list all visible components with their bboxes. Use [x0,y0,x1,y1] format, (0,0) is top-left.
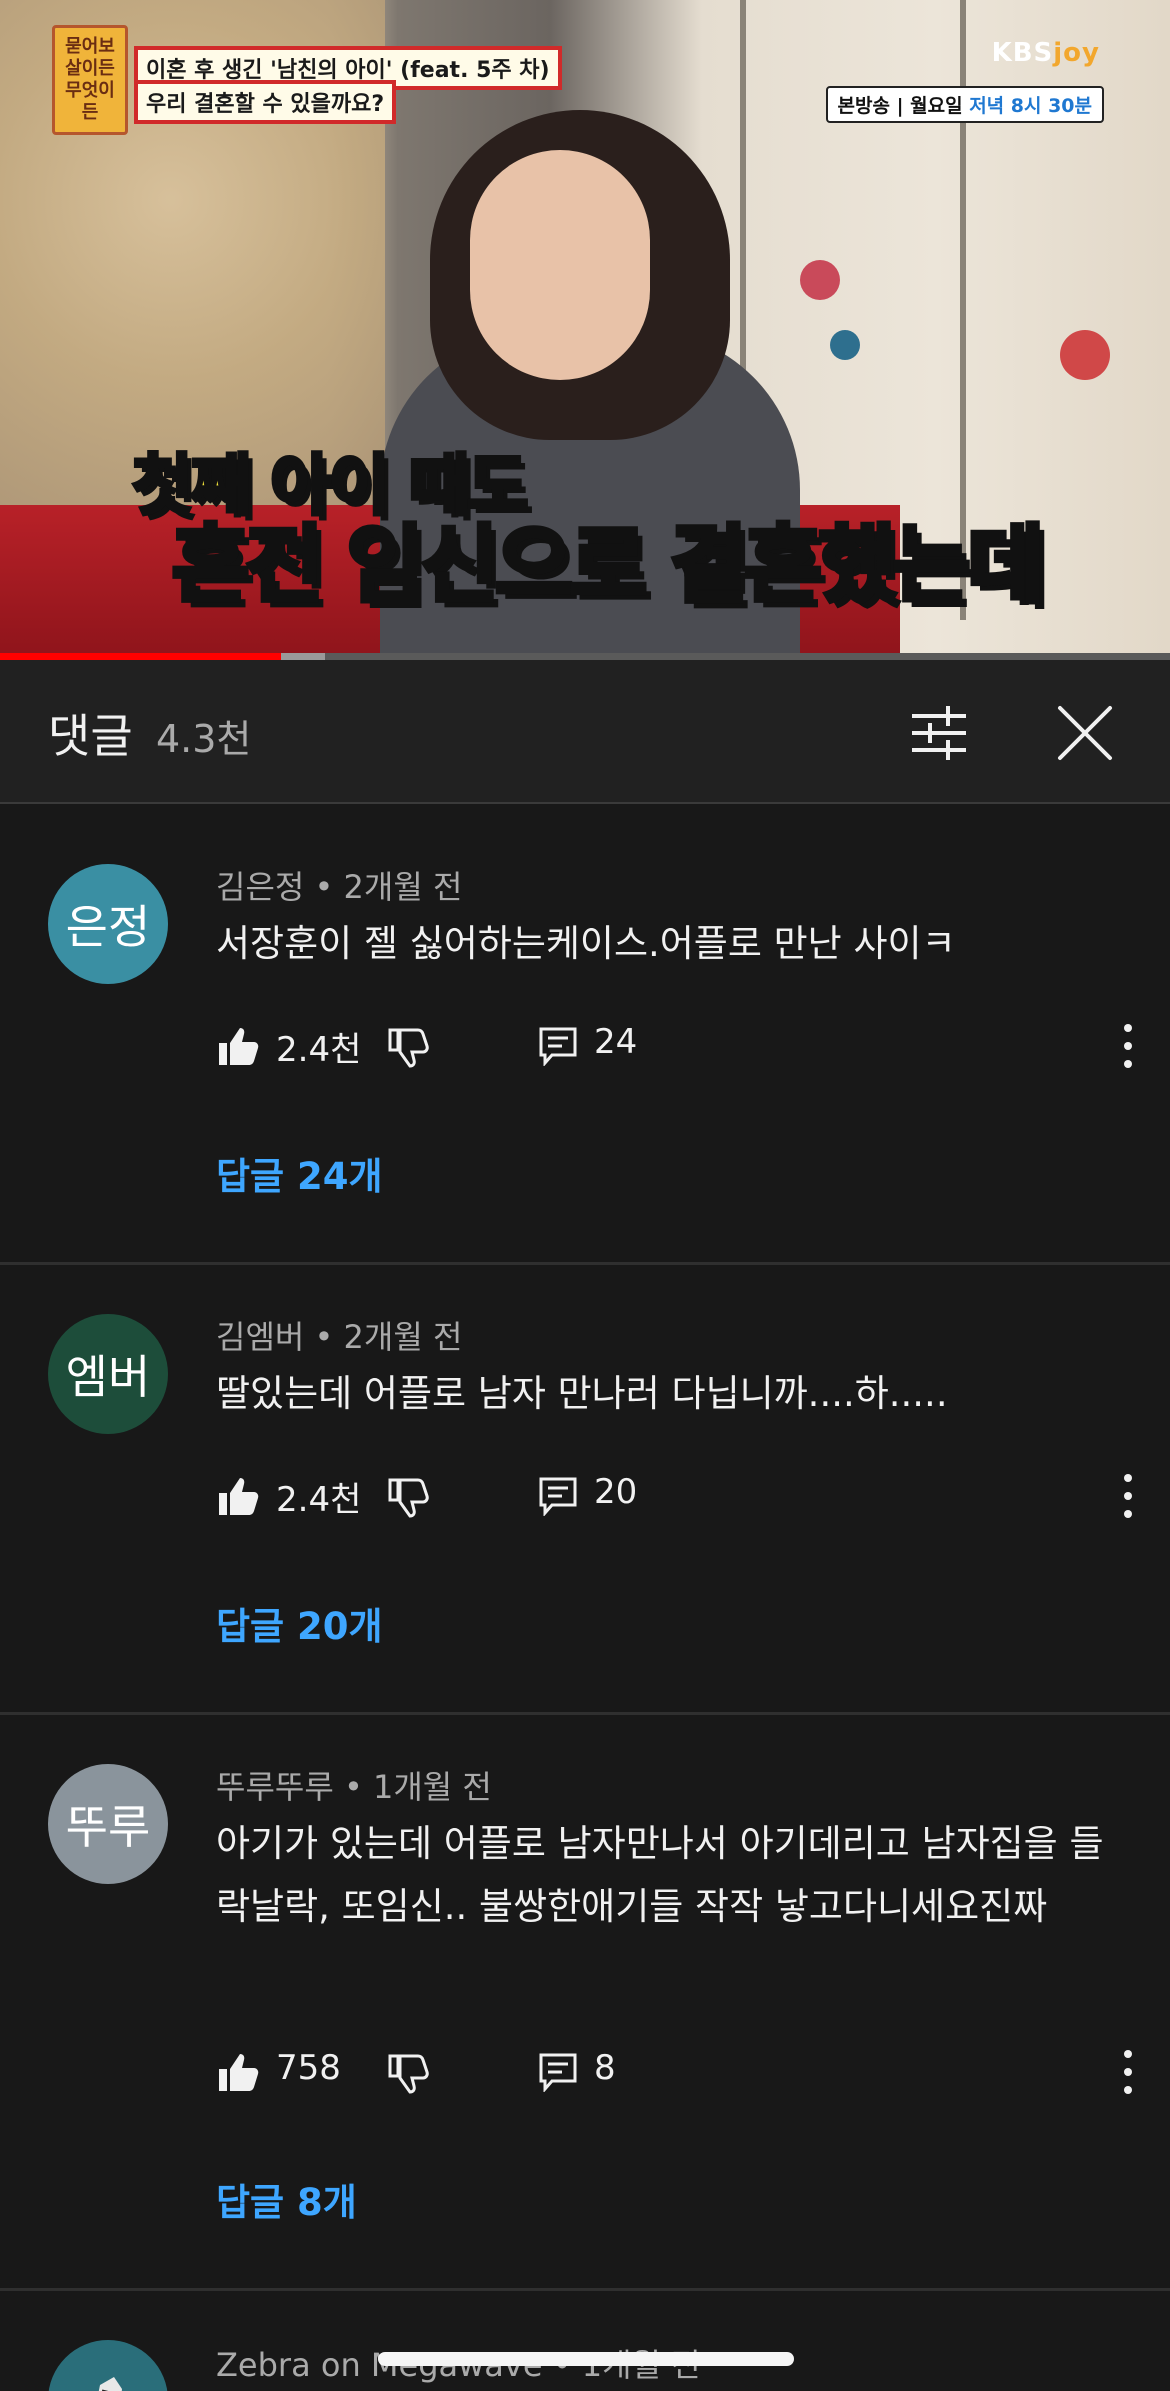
like-count: 2.4천 [276,1480,362,1520]
like-count: 758 [276,2048,341,2088]
avatar[interactable]: 은정 [48,864,168,984]
zebra-icon [98,2377,122,2391]
comments-header: 댓글 4.3천 [0,660,1170,802]
header-divider [0,802,1170,816]
reply-count: 20 [594,1472,638,1512]
comment-author[interactable]: 김엠버 [216,1318,304,1356]
comment-meta: 김엠버 • 2개월 전 [216,1318,463,1356]
comments-title: 댓글 [48,709,133,763]
home-indicator[interactable] [378,2352,794,2366]
comment-text: 아기가 있는데 어플로 남자만나서 아기데리고 남자집을 들락날락, 또임신..… [216,1822,1104,1928]
comment-meta: 김은정 • 2개월 전 [216,868,463,906]
thumbs-up-icon[interactable] [216,1474,260,1518]
comment-text: 서장훈이 젤 싫어하는케이스.어플로 만난 사이ㅋ [216,922,956,965]
episode-subtag: 우리 결혼할 수 있을까요? [134,80,397,124]
reply-icon[interactable] [538,1476,578,1516]
reply-icon[interactable] [538,1026,578,1066]
more-vertical-icon[interactable] [1108,1020,1148,1072]
like-count: 2.4천 [276,1030,362,1070]
thumbs-down-icon[interactable] [386,1476,430,1520]
thumbs-up-icon[interactable] [216,1024,260,1068]
channel-logo-text: joy [1053,38,1100,68]
comment-text: 딸있는데 어플로 남자 만나러 다닙니까....하..... [216,1372,948,1415]
comment-author[interactable]: 김은정 [216,868,304,906]
subtitle-highlight: 혼전 임신으로 결혼 [170,514,825,617]
thumbs-down-icon[interactable] [386,1026,430,1070]
comment-time: 1개월 전 [372,1768,492,1806]
filter-icon[interactable] [908,702,970,764]
channel-logo-text: KBS [991,38,1054,68]
more-vertical-icon[interactable] [1108,1470,1148,1522]
view-replies-button[interactable]: 답글 8개 [216,2172,357,2226]
painted-flower [830,330,860,360]
painted-flower [800,260,840,300]
reply-icon[interactable] [538,2052,578,2092]
progress-fill[interactable] [0,653,281,660]
comment-time: 2개월 전 [343,1318,463,1356]
painted-flower [1060,330,1110,380]
comment-meta: 뚜루뚜루 • 1개월 전 [216,1768,492,1806]
comment-divider [0,1712,1170,1715]
comment-time: 2개월 전 [343,868,463,906]
thumbs-up-icon[interactable] [216,2050,260,2094]
comment-divider [0,1262,1170,1265]
video-player[interactable]: 묻어보살이든 무엇이든 이혼 후 생긴 '남친의 아이' (feat. 5주 차… [0,0,1170,660]
view-replies-button[interactable]: 답글 20개 [216,1596,383,1650]
view-replies-button[interactable]: 답글 24개 [216,1146,383,1200]
show-badge: 묻어보살이든 무엇이든 [52,25,128,135]
thumbs-down-icon[interactable] [386,2052,430,2096]
comment-actions: 2.4천 20 [216,1468,1136,1528]
person-figure [470,150,650,380]
channel-logo: KBSjoy [992,38,1100,68]
comments-count: 4.3천 [156,717,252,761]
comment-author[interactable]: 뚜루뚜루 [216,1768,334,1806]
broadcast-day: 본방송 | 월요일 [837,95,970,117]
broadcast-info: 본방송 | 월요일 저녁 8시 30분 [825,86,1104,123]
reply-count: 8 [594,2048,616,2088]
avatar[interactable]: 뚜루 [48,1764,168,1884]
reply-count: 24 [594,1022,638,1062]
subtitle-line-2: 혼전 임신으로 결혼했는데 [170,498,1048,619]
comment-actions: 758 8 [216,2044,1136,2104]
more-vertical-icon[interactable] [1108,2046,1148,2098]
comment-actions: 2.4천 24 [216,1018,1136,1078]
avatar[interactable] [48,2340,168,2391]
avatar[interactable]: 엠버 [48,1314,168,1434]
close-icon[interactable] [1054,702,1116,764]
comment-divider [0,2288,1170,2291]
broadcast-time: 저녁 8시 30분 [969,95,1092,117]
subtitle-text: 했는데 [816,514,1047,617]
